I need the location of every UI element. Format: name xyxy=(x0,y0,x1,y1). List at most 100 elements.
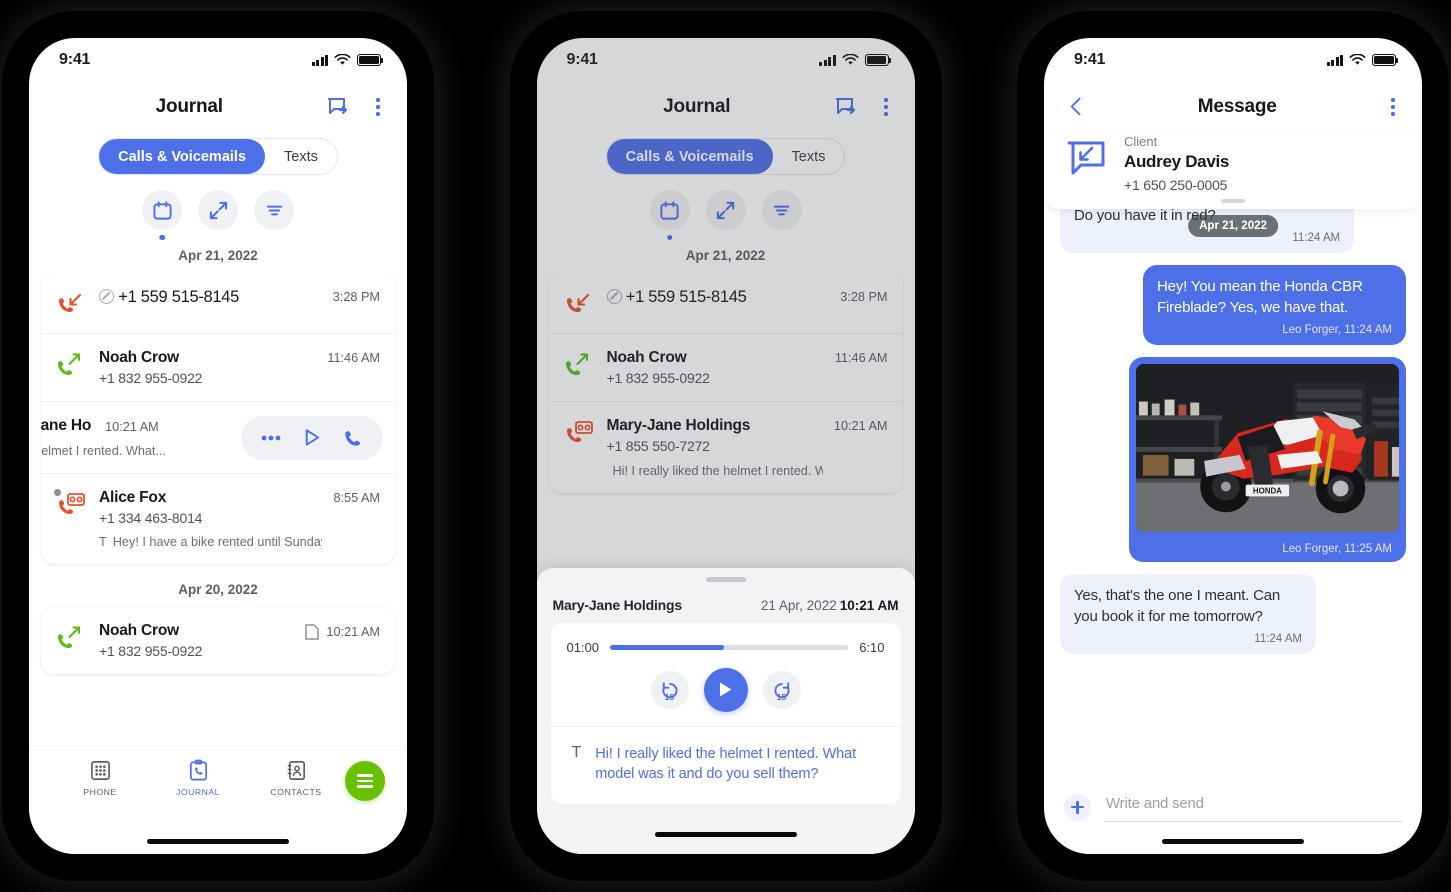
status-bar: 9:41 xyxy=(1044,38,1422,82)
table-row[interactable]: +1 559 515-8145 3:28 PM xyxy=(41,273,395,334)
tab-phone[interactable]: PHONE xyxy=(51,759,149,797)
rewind-label: 15 xyxy=(664,691,675,702)
table-row[interactable]: Mary-Jane Holdings +1 855 550-7272 Hi! I… xyxy=(549,402,903,493)
play-button[interactable] xyxy=(703,667,748,712)
direction-filter-button[interactable] xyxy=(705,190,746,230)
hamburger-icon xyxy=(357,774,373,788)
rewind-15-button[interactable]: 15 xyxy=(650,670,689,709)
table-row[interactable]: Noah Crow +1 832 955-0922 10:21 AM xyxy=(41,607,395,674)
calendar-filter-button[interactable] xyxy=(142,190,182,240)
tab-label: CONTACTS xyxy=(270,787,322,797)
sort-filter-button[interactable] xyxy=(761,190,802,230)
call-icon[interactable] xyxy=(342,427,363,449)
home-indicator xyxy=(29,828,407,854)
blocked-icon xyxy=(99,289,114,304)
call-list[interactable]: +1 559 515-8145 3:28 PM Noah Crow +1 832… xyxy=(29,273,407,750)
progress-slider[interactable] xyxy=(610,644,849,650)
arrows-diagonal-icon xyxy=(716,201,735,219)
add-attachment-button[interactable] xyxy=(1064,793,1091,821)
message-text: Yes, that's the one I meant. Can you boo… xyxy=(1074,587,1281,625)
message-out-icon[interactable] xyxy=(835,97,859,118)
filter-row xyxy=(29,179,407,240)
caller-number: +1 832 955-0922 xyxy=(99,370,203,386)
message-bubble-image[interactable]: HONDA Leo Forger, 11:25 AM xyxy=(1129,357,1406,563)
message-input[interactable]: Write and send xyxy=(1104,792,1402,822)
table-row[interactable]: Noah Crow +1 832 955-0922 11:46 AM xyxy=(41,334,395,402)
home-indicator xyxy=(551,814,901,854)
direction-filter-button[interactable] xyxy=(198,190,238,230)
message-bubble-incoming[interactable]: Yes, that's the one I meant. Can you boo… xyxy=(1060,574,1317,655)
caller-number: +1 855 550-7272 xyxy=(606,438,710,454)
status-bar: 9:41 xyxy=(29,38,407,82)
row-swipe-actions xyxy=(241,415,383,460)
date-pill: Apr 21, 2022 xyxy=(1188,215,1278,237)
forward-15-button[interactable]: 15 xyxy=(762,670,801,709)
voicemail-preview: T Hey! I have a bike rented until Sunday.… xyxy=(99,535,323,549)
table-row[interactable]: Noah Crow +1 832 955-0922 11:46 AM xyxy=(548,334,903,402)
conversation-header: Client Audrey Davis +1 650 250-0005 xyxy=(1044,132,1422,209)
transcript-text[interactable]: Hi! I really liked the helmet I rented. … xyxy=(595,744,884,785)
call-group-card: +1 559 515-8145 3:28 PM Noah Crow +1 832… xyxy=(41,273,395,564)
tab-contacts[interactable]: CONTACTS xyxy=(247,759,345,797)
date-separator: Apr 21, 2022 xyxy=(178,248,258,263)
message-out-icon[interactable] xyxy=(327,97,351,118)
calendar-icon xyxy=(152,200,172,220)
motorcycle-photo[interactable]: HONDA xyxy=(1136,364,1399,533)
kebab-menu-icon[interactable] xyxy=(1386,94,1400,119)
bottom-tab-bar: PHONE JOURNAL CONTACTS xyxy=(29,750,407,828)
unread-dot xyxy=(54,489,61,496)
tab-calls-voicemails[interactable]: Calls & Voicemails xyxy=(606,139,773,174)
play-icon[interactable] xyxy=(301,427,322,448)
tab-calls-voicemails[interactable]: Calls & Voicemails xyxy=(99,139,266,174)
clipboard-phone-icon xyxy=(189,759,207,781)
player-controls: 15 15 xyxy=(567,667,885,712)
outgoing-call-icon xyxy=(562,349,596,379)
caller-name: Mary-Jane Holdings xyxy=(606,417,751,434)
keypad-icon xyxy=(90,761,110,780)
caller-name: Noah Crow xyxy=(99,622,180,639)
transcript-badge: T xyxy=(571,743,582,761)
table-row-swiped[interactable]: ry-Jane Ho 10:21 AM the helmet I rented.… xyxy=(41,402,395,474)
contact-role: Client xyxy=(1124,134,1158,149)
voicemail-preview: Hi! I really liked the helmet I rented. … xyxy=(607,463,823,478)
contacts-book-icon xyxy=(287,761,305,780)
call-time: 10:21 AM xyxy=(305,622,380,640)
nav-bar: Journal xyxy=(29,82,407,132)
back-button[interactable] xyxy=(1066,96,1088,118)
tab-texts[interactable]: Texts xyxy=(773,139,845,174)
photo-content: HONDA xyxy=(1136,364,1399,533)
message-bubble-outgoing[interactable]: Hey! You mean the Honda CBR Fireblade? Y… xyxy=(1143,265,1406,346)
tab-texts[interactable]: Texts xyxy=(265,139,337,174)
header-grabber[interactable] xyxy=(1221,199,1245,203)
caller-number: +1 334 463-8014 xyxy=(99,510,203,526)
calendar-filter-button[interactable] xyxy=(649,190,690,240)
battery-icon xyxy=(357,54,384,66)
status-indicators xyxy=(311,54,384,66)
status-bar: 9:41 xyxy=(537,38,915,82)
page-title: Journal xyxy=(155,96,223,117)
date-separator: Apr 21, 2022 xyxy=(685,248,766,263)
segmented-control: Calls & Voicemails Texts xyxy=(29,132,407,179)
progress-fill xyxy=(610,644,725,650)
sheet-grabber[interactable] xyxy=(705,577,746,582)
tab-journal[interactable]: JOURNAL xyxy=(149,759,247,797)
kebab-menu-icon[interactable] xyxy=(879,94,893,119)
tab-label: PHONE xyxy=(83,787,117,797)
sort-filter-button[interactable] xyxy=(254,190,294,230)
cellular-signal-icon xyxy=(1326,54,1343,66)
table-row[interactable]: Alice Fox +1 334 463-8014 T Hey! I have a… xyxy=(41,474,395,564)
menu-fab[interactable] xyxy=(345,761,385,801)
kebab-menu-icon[interactable] xyxy=(371,94,385,119)
more-icon[interactable] xyxy=(261,435,281,441)
message-in-icon xyxy=(1067,141,1105,175)
progress-row: 01:00 6:10 xyxy=(567,640,885,655)
caller-name: Noah Crow xyxy=(99,349,180,366)
table-row[interactable]: +1 559 515-8145 3:28 PM xyxy=(548,273,903,334)
battery-icon xyxy=(864,54,891,66)
outgoing-call-icon xyxy=(54,349,88,379)
nav-bar: Message xyxy=(1044,82,1422,132)
message-thread[interactable]: Apr 21, 2022 Hi! I'm interested in renti… xyxy=(1044,209,1422,778)
call-time: 10:21 AM xyxy=(105,420,159,434)
voicemail-bottom-sheet: Mary-Jane Holdings 21 Apr, 2022 10:21 AM … xyxy=(536,568,915,854)
cellular-signal-icon xyxy=(311,54,328,66)
